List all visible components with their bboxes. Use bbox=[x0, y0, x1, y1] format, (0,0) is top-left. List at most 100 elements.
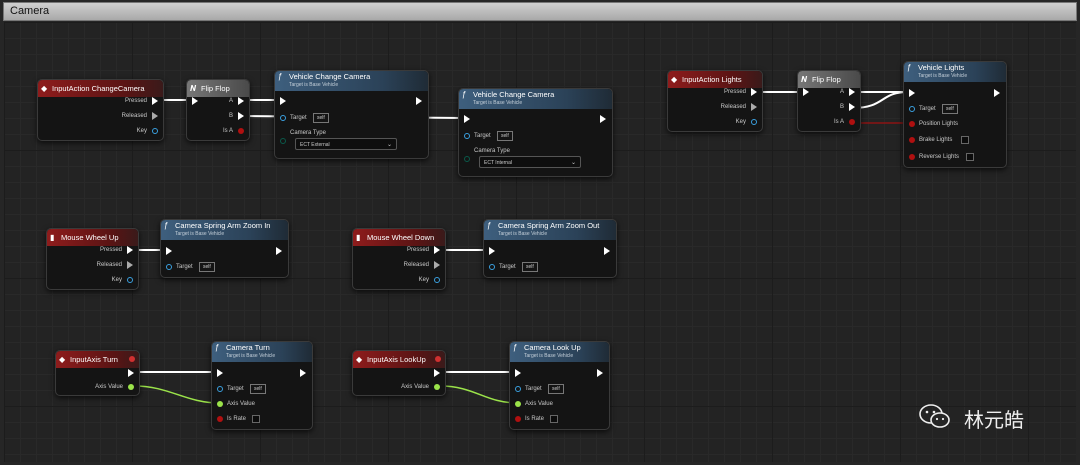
exec-in-pin[interactable] bbox=[280, 97, 286, 105]
exec-in-pin[interactable] bbox=[192, 97, 198, 105]
pin-label: B bbox=[839, 104, 844, 110]
blueprint-graph: Camera ◆ InputAction ChangeCamera Pressed… bbox=[0, 0, 1080, 465]
self-field[interactable]: self bbox=[548, 384, 564, 394]
object-pin[interactable] bbox=[489, 264, 495, 270]
enum-pin[interactable] bbox=[464, 156, 470, 162]
float-pin[interactable] bbox=[434, 384, 440, 390]
exec-in-pin[interactable] bbox=[803, 88, 809, 96]
exec-out-pin[interactable] bbox=[597, 369, 603, 377]
pin-label: Target bbox=[525, 386, 542, 392]
exec-out-pin[interactable] bbox=[276, 247, 282, 255]
node-title: Vehicle Change Camera bbox=[289, 72, 371, 81]
node-inputaxis-turn[interactable]: ◆ InputAxis Turn Axis Value bbox=[55, 350, 140, 396]
node-vehicle-change-camera[interactable]: ƒ Vehicle Change Camera Target is Base Veh… bbox=[458, 88, 613, 177]
exec-out-pin[interactable] bbox=[751, 103, 757, 111]
exec-out-pin[interactable] bbox=[434, 246, 440, 254]
self-field[interactable]: self bbox=[522, 262, 538, 272]
object-pin[interactable] bbox=[909, 106, 915, 112]
bool-pin[interactable] bbox=[217, 416, 223, 422]
exec-out-pin[interactable] bbox=[238, 97, 244, 105]
float-pin[interactable] bbox=[128, 384, 134, 390]
node-title: InputAction Lights bbox=[682, 75, 742, 84]
node-vehicle-lights[interactable]: ƒ Vehicle Lights Target is Base Vehicle Ta… bbox=[903, 61, 1007, 168]
object-pin[interactable] bbox=[464, 133, 470, 139]
struct-pin[interactable] bbox=[152, 128, 158, 134]
float-pin[interactable] bbox=[515, 401, 521, 407]
struct-pin[interactable] bbox=[434, 277, 440, 283]
bool-pin[interactable] bbox=[909, 137, 915, 143]
node-mouse-wheel-down[interactable]: ▮ Mouse Wheel Down Pressed Released Key bbox=[352, 228, 446, 290]
node-title: Vehicle Lights bbox=[918, 63, 965, 72]
node-inputaxis-lookup[interactable]: ◆ InputAxis LookUp Axis Value bbox=[352, 350, 446, 396]
wechat-icon bbox=[919, 404, 950, 428]
node-inputaction-changecamera[interactable]: ◆ InputAction ChangeCamera Pressed Releas… bbox=[37, 79, 164, 141]
self-field[interactable]: self bbox=[313, 113, 329, 123]
bool-pin[interactable] bbox=[849, 119, 855, 125]
node-subtitle: Target is Base Vehicle bbox=[289, 82, 339, 88]
enum-pin[interactable] bbox=[280, 138, 286, 144]
node-camera-look-up[interactable]: ƒ Camera Look Up Target is Base Vehicle Ta… bbox=[509, 341, 610, 430]
reverse-lights-checkbox[interactable] bbox=[966, 153, 974, 161]
object-pin[interactable] bbox=[280, 115, 286, 121]
exec-in-pin[interactable] bbox=[909, 89, 915, 97]
pin-label: Key bbox=[418, 277, 429, 283]
exec-out-pin[interactable] bbox=[849, 88, 855, 96]
exec-out-pin[interactable] bbox=[434, 261, 440, 269]
node-camera-zoom-in[interactable]: ƒ Camera Spring Arm Zoom In Target is Base… bbox=[160, 219, 289, 278]
node-title: Camera Turn bbox=[226, 343, 270, 352]
struct-pin[interactable] bbox=[751, 119, 757, 125]
exec-out-pin[interactable] bbox=[300, 369, 306, 377]
exec-out-pin[interactable] bbox=[994, 89, 1000, 97]
bool-pin[interactable] bbox=[909, 121, 915, 127]
exec-in-pin[interactable] bbox=[515, 369, 521, 377]
struct-pin[interactable] bbox=[127, 277, 133, 283]
exec-out-pin[interactable] bbox=[434, 369, 440, 377]
brake-lights-checkbox[interactable] bbox=[961, 136, 969, 144]
function-icon: ƒ bbox=[487, 221, 492, 230]
self-field[interactable]: self bbox=[497, 131, 513, 141]
comment-box-header[interactable]: Camera bbox=[3, 2, 1077, 21]
exec-out-pin[interactable] bbox=[416, 97, 422, 105]
exec-out-pin[interactable] bbox=[128, 369, 134, 377]
exec-in-pin[interactable] bbox=[217, 369, 223, 377]
object-pin[interactable] bbox=[217, 386, 223, 392]
self-field[interactable]: self bbox=[250, 384, 266, 394]
is-rate-checkbox[interactable] bbox=[252, 415, 260, 423]
object-pin[interactable] bbox=[166, 264, 172, 270]
function-icon: ƒ bbox=[215, 343, 220, 352]
bool-pin[interactable] bbox=[238, 128, 244, 134]
function-icon: ƒ bbox=[513, 343, 518, 352]
chevron-down-icon: ⌄ bbox=[386, 142, 392, 148]
exec-out-pin[interactable] bbox=[849, 103, 855, 111]
exec-out-pin[interactable] bbox=[604, 247, 610, 255]
exec-out-pin[interactable] bbox=[127, 261, 133, 269]
exec-out-pin[interactable] bbox=[751, 88, 757, 96]
node-mouse-wheel-up[interactable]: ▮ Mouse Wheel Up Pressed Released Key bbox=[46, 228, 139, 290]
object-pin[interactable] bbox=[515, 386, 521, 392]
node-inputaction-lights[interactable]: ◆ InputAction Lights Pressed Released Key bbox=[667, 70, 763, 132]
pin-label: Axis Value bbox=[401, 384, 429, 390]
exec-in-pin[interactable] bbox=[489, 247, 495, 255]
exec-out-pin[interactable] bbox=[238, 112, 244, 120]
node-vehicle-change-camera[interactable]: ƒ Vehicle Change Camera Target is Base Veh… bbox=[274, 70, 429, 159]
exec-out-pin[interactable] bbox=[152, 112, 158, 120]
camera-type-dropdown[interactable]: ECT Internal ⌄ bbox=[479, 156, 581, 168]
exec-out-pin[interactable] bbox=[127, 246, 133, 254]
camera-type-dropdown[interactable]: ECT External ⌄ bbox=[295, 138, 397, 150]
bool-pin[interactable] bbox=[909, 154, 915, 160]
node-flipflop[interactable]: 𝑵 Flip Flop A B Is A bbox=[186, 79, 250, 141]
bool-pin[interactable] bbox=[515, 416, 521, 422]
dropdown-value: ECT Internal bbox=[484, 160, 512, 166]
exec-in-pin[interactable] bbox=[166, 247, 172, 255]
pin-label: Is Rate bbox=[227, 416, 247, 422]
exec-out-pin[interactable] bbox=[152, 97, 158, 105]
node-camera-turn[interactable]: ƒ Camera Turn Target is Base Vehicle Targe… bbox=[211, 341, 313, 430]
float-pin[interactable] bbox=[217, 401, 223, 407]
is-rate-checkbox[interactable] bbox=[550, 415, 558, 423]
node-camera-zoom-out[interactable]: ƒ Camera Spring Arm Zoom Out Target is Bas… bbox=[483, 219, 617, 278]
exec-in-pin[interactable] bbox=[464, 115, 470, 123]
self-field[interactable]: self bbox=[199, 262, 215, 272]
self-field[interactable]: self bbox=[942, 104, 958, 114]
exec-out-pin[interactable] bbox=[600, 115, 606, 123]
node-flipflop[interactable]: 𝑵 Flip Flop A B Is A bbox=[797, 70, 861, 132]
